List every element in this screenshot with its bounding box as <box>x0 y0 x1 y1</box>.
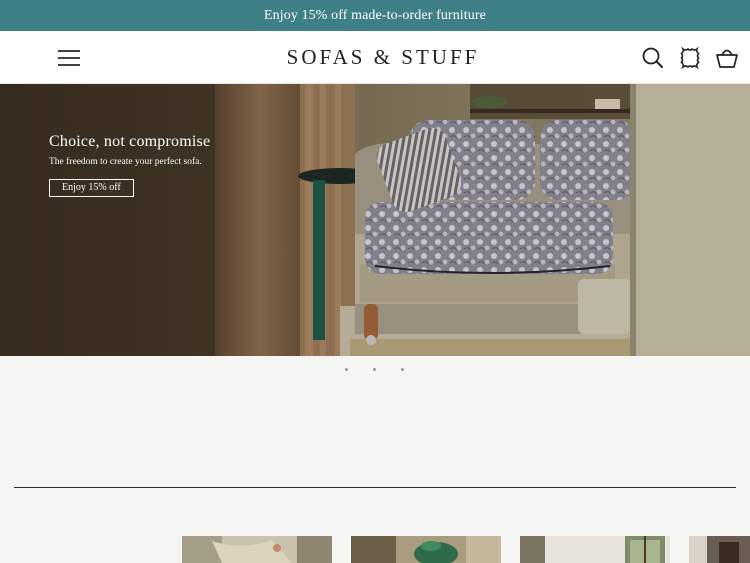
promo-text: Enjoy 15% off made-to-order furniture <box>264 7 486 23</box>
section-divider <box>14 487 736 488</box>
hero-title: Choice, not compromise <box>49 133 211 150</box>
hero-subtitle: The freedom to create your perfect sofa. <box>49 157 202 167</box>
hero-cta-button[interactable]: Enjoy 15% off <box>49 179 134 197</box>
carousel-dots <box>0 368 750 374</box>
hero-text-block: Choice, not compromise The freedom to cr… <box>49 133 210 197</box>
fabric-swatches-image[interactable] <box>182 536 332 563</box>
hero-banner[interactable]: Choice, not compromise The freedom to cr… <box>0 84 750 356</box>
interior-dark-image[interactable] <box>689 536 750 563</box>
fabric-swatch-icon[interactable] <box>677 45 703 71</box>
hero-image <box>0 84 750 356</box>
carousel-dot-1[interactable] <box>345 368 348 371</box>
promo-bar[interactable]: Enjoy 15% off made-to-order furniture <box>0 0 750 31</box>
search-icon[interactable] <box>640 45 666 71</box>
carousel-dot-2[interactable] <box>373 368 376 371</box>
basket-icon[interactable] <box>714 45 740 71</box>
interior-window-image[interactable] <box>520 536 670 563</box>
carousel-dot-3[interactable] <box>401 368 404 371</box>
green-ceramic-vase-image[interactable] <box>351 536 501 563</box>
site-header: SOFAS & STUFF <box>0 31 750 84</box>
site-logo[interactable]: SOFAS & STUFF <box>0 45 750 70</box>
